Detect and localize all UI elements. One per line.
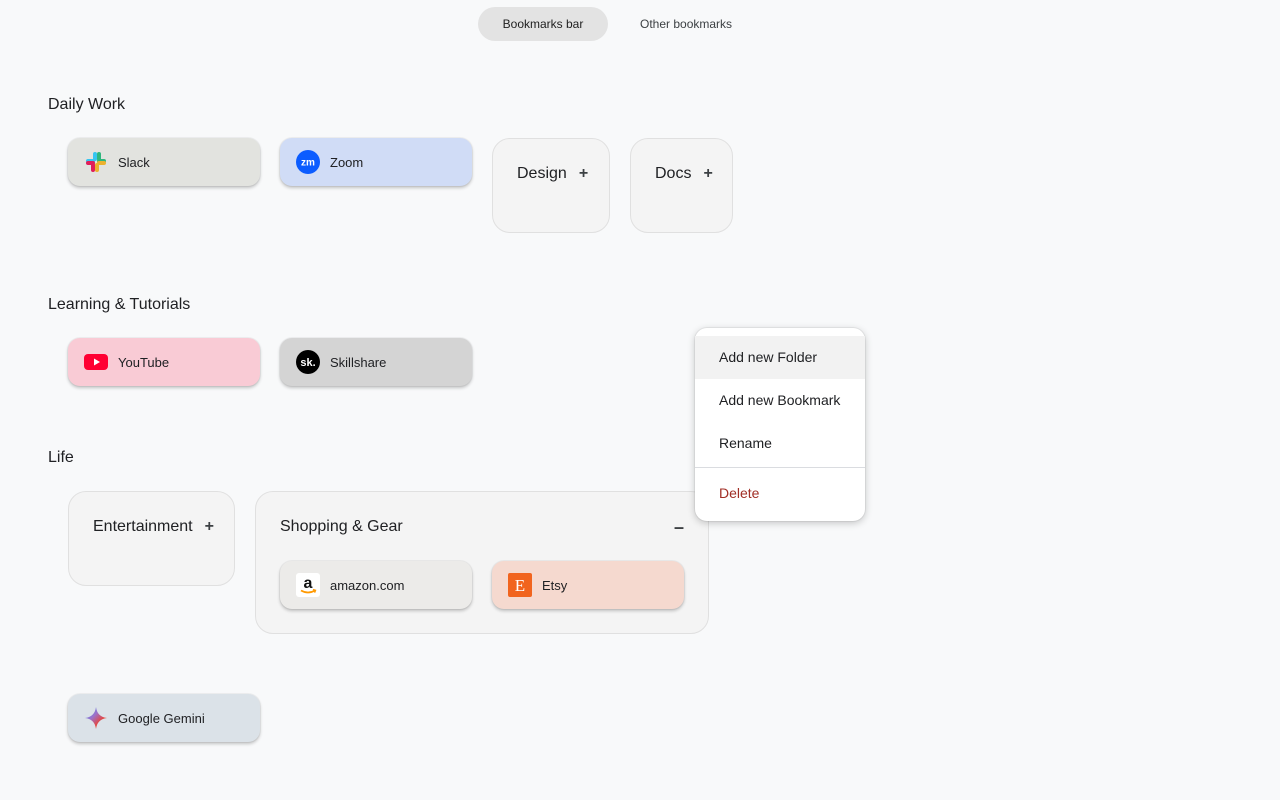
menu-item-add-new-bookmark[interactable]: Add new Bookmark [695, 379, 865, 422]
bookmark-etsy[interactable]: E Etsy [492, 561, 684, 609]
bookmark-slack[interactable]: Slack [68, 138, 260, 186]
folder-header: Docs + [655, 165, 713, 183]
tab-other-bookmarks[interactable]: Other bookmarks [616, 7, 756, 41]
skillshare-icon: sk. [296, 350, 320, 374]
gemini-icon [84, 706, 108, 730]
slack-icon [84, 150, 108, 174]
bookmark-skillshare[interactable]: sk. Skillshare [280, 338, 472, 386]
folder-header: Entertainment + [93, 518, 214, 536]
svg-text:sk.: sk. [300, 357, 315, 369]
etsy-icon: E [508, 573, 532, 597]
folder-label: Shopping & Gear [280, 518, 403, 535]
zoom-icon: zm [296, 150, 320, 174]
folder-design[interactable]: Design + [492, 138, 610, 233]
tab-bookmarks-bar[interactable]: Bookmarks bar [478, 7, 608, 41]
menu-item-add-new-folder[interactable]: Add new Folder [695, 336, 865, 379]
bookmark-google-gemini[interactable]: Google Gemini [68, 694, 260, 742]
bookmark-zoom[interactable]: zm Zoom [280, 138, 472, 186]
folder-entertainment[interactable]: Entertainment + [68, 491, 235, 586]
context-menu: Add new Folder Add new Bookmark Rename D… [695, 328, 865, 521]
svg-text:a: a [304, 575, 313, 592]
amazon-icon: a [296, 573, 320, 597]
menu-divider [695, 467, 865, 468]
bookmark-youtube[interactable]: YouTube [68, 338, 260, 386]
plus-icon[interactable]: + [579, 166, 588, 182]
folder-label: Docs [655, 165, 692, 182]
section-title-daily-work: Daily Work [48, 96, 126, 113]
section-title-life: Life [48, 449, 74, 466]
bookmark-label: Skillshare [330, 354, 387, 370]
bookmark-label: Zoom [330, 154, 364, 170]
folder-label: Design [517, 165, 567, 182]
minus-icon[interactable]: – [674, 518, 684, 536]
bookmark-label: amazon.com [330, 577, 405, 593]
svg-text:E: E [515, 576, 525, 595]
plus-icon[interactable]: + [205, 519, 214, 535]
menu-item-rename[interactable]: Rename [695, 422, 865, 465]
folder-header: Design + [517, 165, 588, 183]
section-title-learning: Learning & Tutorials [48, 296, 191, 313]
bookmark-label: YouTube [118, 354, 170, 370]
top-tabs: Bookmarks bar Other bookmarks [478, 7, 756, 41]
bookmark-amazon[interactable]: a amazon.com [280, 561, 472, 609]
folder-header: Shopping & Gear [280, 518, 403, 536]
folder-docs[interactable]: Docs + [630, 138, 733, 233]
folder-label: Entertainment [93, 518, 193, 535]
plus-icon[interactable]: + [703, 166, 712, 182]
svg-text:zm: zm [301, 158, 315, 169]
bookmark-label: Slack [118, 154, 150, 170]
menu-item-delete[interactable]: Delete [695, 472, 865, 515]
bookmark-label: Etsy [542, 577, 568, 593]
youtube-icon [84, 350, 108, 374]
bookmark-label: Google Gemini [118, 710, 205, 726]
